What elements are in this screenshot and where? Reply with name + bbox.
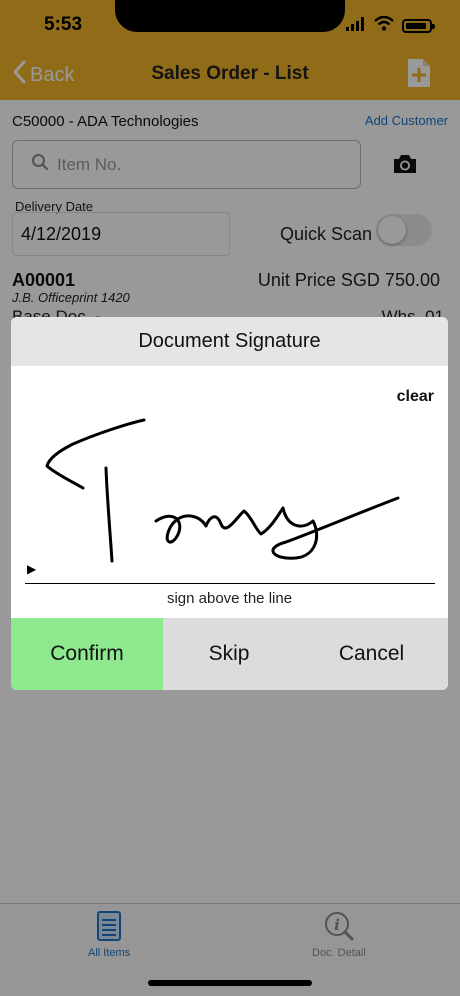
- signature-baseline: [25, 583, 435, 584]
- confirm-button[interactable]: Confirm: [11, 618, 163, 690]
- signature-stroke: [45, 418, 400, 563]
- dialog-title: Document Signature: [11, 317, 448, 366]
- clear-signature-button[interactable]: clear: [397, 388, 434, 406]
- cancel-button[interactable]: Cancel: [295, 618, 448, 690]
- skip-button[interactable]: Skip: [163, 618, 295, 690]
- dialog-actions: Confirm Skip Cancel: [11, 618, 448, 690]
- play-marker-icon: ▶: [27, 562, 37, 576]
- signature-hint: sign above the line: [166, 590, 293, 607]
- sales-order-screen: 5:53 Back Sales Order - List C50000 - AD…: [0, 0, 460, 996]
- signature-pad[interactable]: clear ▶ sign above the line: [11, 366, 448, 618]
- signature-dialog: Document Signature clear ▶ sign above th…: [11, 317, 448, 690]
